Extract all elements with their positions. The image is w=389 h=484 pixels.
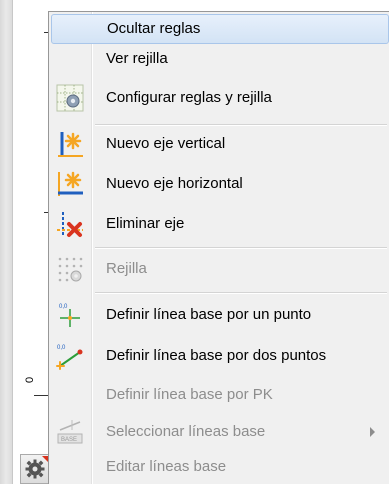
svg-text:0,0: 0,0 bbox=[59, 304, 68, 310]
baseline-two-points-icon: 0,0 bbox=[55, 341, 85, 371]
menu-item-configure-rulers-grid[interactable]: Configurar reglas y rejilla bbox=[51, 78, 389, 118]
menu-item-label: Seleccionar líneas base bbox=[106, 423, 266, 441]
menu-item-hide-rulers[interactable]: Ocultar reglas bbox=[51, 14, 389, 44]
menu-item-label: Configurar reglas y rejilla bbox=[106, 89, 272, 107]
menu-item-label: Ocultar reglas bbox=[107, 20, 201, 38]
menu-item-label: Nuevo eje vertical bbox=[106, 135, 226, 153]
configure-grid-icon bbox=[55, 83, 85, 113]
baseline-one-point-icon: 0,0 bbox=[55, 300, 85, 330]
menu-item-edit-baselines[interactable]: Editar líneas base bbox=[51, 452, 389, 482]
ruler-tick bbox=[34, 395, 48, 396]
canvas-area: 0 bbox=[0, 0, 52, 484]
select-baselines-icon-text: BASE bbox=[61, 437, 77, 443]
svg-text:0,0: 0,0 bbox=[57, 345, 66, 351]
new-vertical-axis-icon bbox=[55, 129, 85, 159]
settings-button[interactable] bbox=[20, 454, 50, 484]
menu-item-show-grid[interactable]: Ver rejilla bbox=[51, 44, 389, 74]
menu-item-baseline-pk[interactable]: Definir línea base por PK bbox=[51, 380, 389, 410]
menu-item-label: Definir línea base por PK bbox=[106, 386, 273, 404]
vertical-ruler[interactable] bbox=[0, 0, 13, 484]
menu-item-label: Rejilla bbox=[106, 260, 147, 278]
menu-separator bbox=[95, 292, 387, 294]
menu-item-new-horizontal-axis[interactable]: Nuevo eje horizontal bbox=[51, 164, 389, 204]
menu-item-delete-axis[interactable]: Eliminar eje bbox=[51, 204, 389, 244]
menu-item-label: Definir línea base por un punto bbox=[106, 306, 312, 324]
menu-item-label: Eliminar eje bbox=[106, 215, 185, 233]
select-baselines-icon: BASE bbox=[55, 417, 85, 447]
submenu-arrow-icon bbox=[370, 427, 375, 437]
menu-item-label: Definir línea base por dos puntos bbox=[106, 347, 327, 365]
menu-item-select-baselines[interactable]: BASE Seleccionar líneas base bbox=[51, 412, 389, 452]
menu-item-label: Nuevo eje horizontal bbox=[106, 175, 243, 193]
menu-item-label: Editar líneas base bbox=[106, 458, 227, 476]
ruler-zero-label: 0 bbox=[24, 376, 36, 383]
menu-item-baseline-one-point[interactable]: 0,0 Definir línea base por un punto bbox=[51, 295, 389, 335]
grid-icon bbox=[55, 254, 85, 284]
delete-axis-icon bbox=[55, 209, 85, 239]
menu-item-grid[interactable]: Rejilla bbox=[51, 249, 389, 289]
menu-item-new-vertical-axis[interactable]: Nuevo eje vertical bbox=[51, 124, 389, 164]
new-horizontal-axis-icon bbox=[55, 169, 85, 199]
menu-item-label: Ver rejilla bbox=[106, 50, 168, 68]
menu-item-baseline-two-points[interactable]: 0,0 Definir línea base por dos puntos bbox=[51, 336, 389, 376]
context-menu: Ocultar reglas Ver rejilla Configurar re… bbox=[48, 11, 389, 484]
